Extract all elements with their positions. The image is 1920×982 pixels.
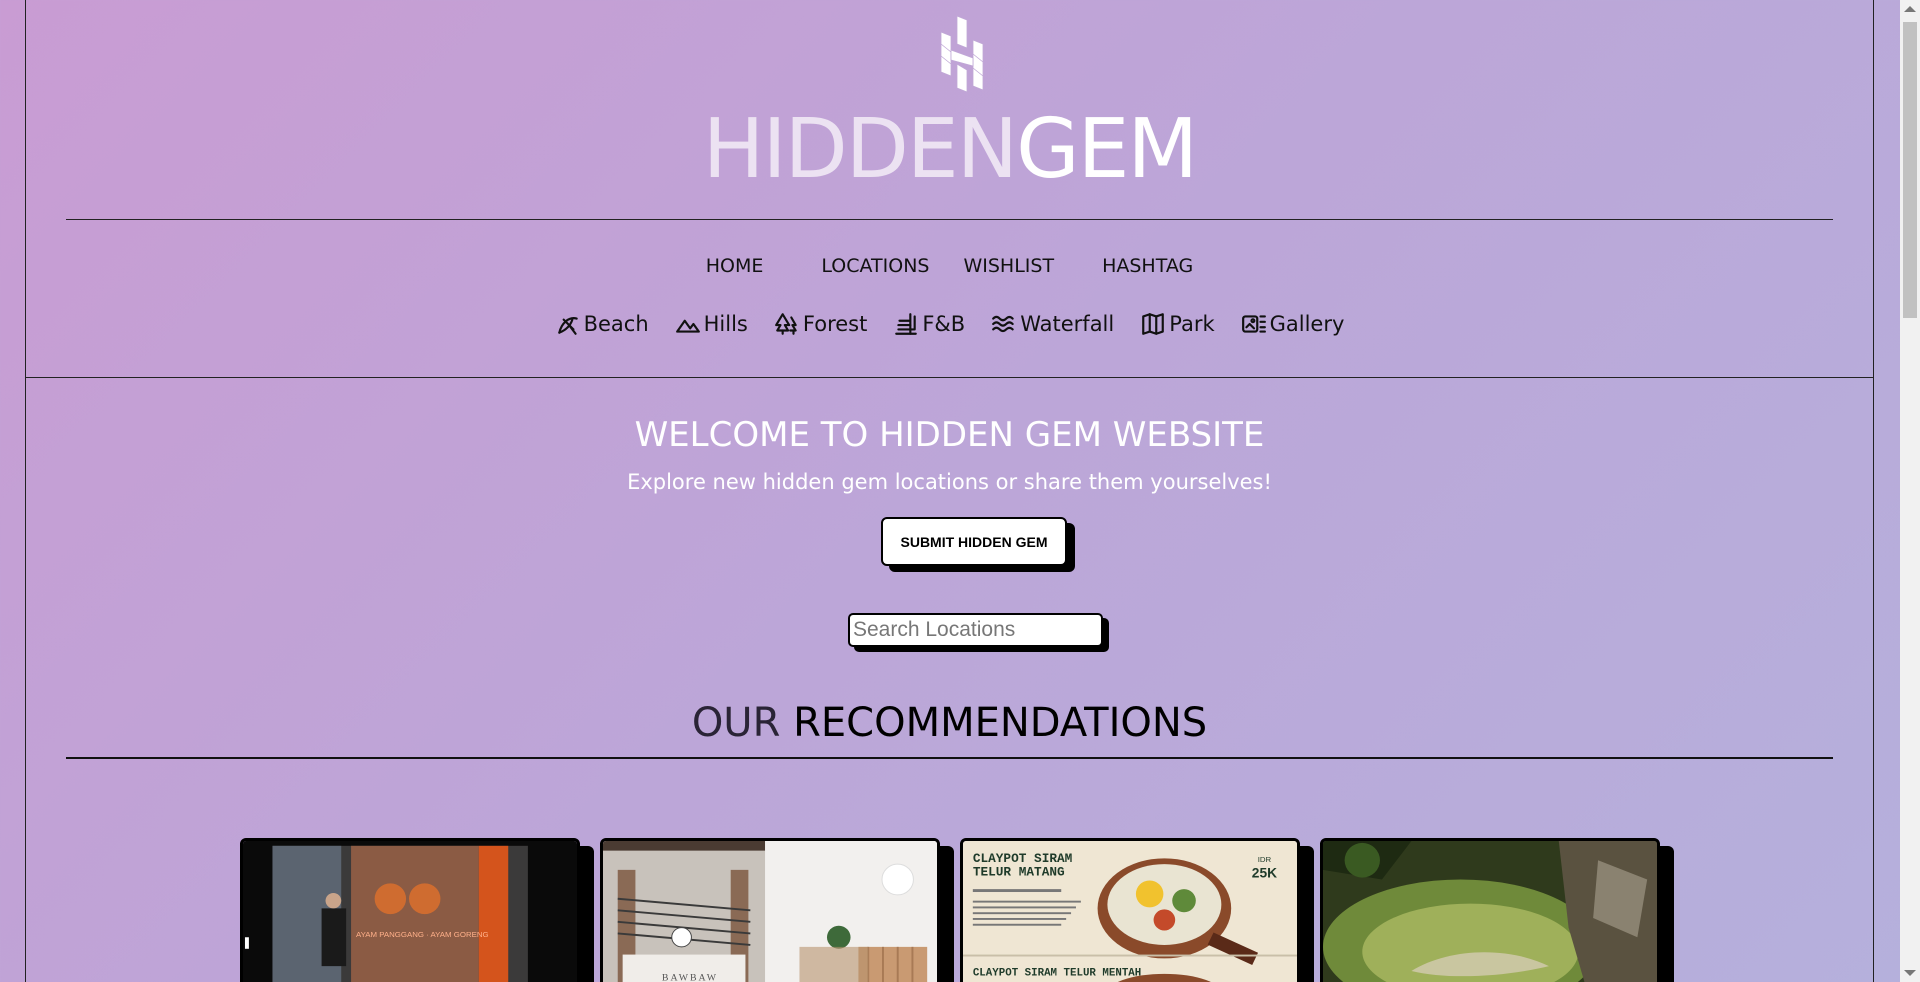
category-label: Beach	[583, 312, 649, 336]
recommendation-card[interactable]	[1320, 838, 1660, 982]
brand-part-1: HIDDEN	[702, 102, 1018, 197]
card-caption: BAWBAW	[662, 973, 718, 982]
gallery-icon	[1241, 315, 1266, 333]
recommendation-card[interactable]: AYAM PANGGANG · AYAM GORENG	[240, 838, 580, 982]
nav-hashtag[interactable]: HASHTAG	[1085, 251, 1210, 281]
brand-part-2: GEM	[1016, 102, 1198, 197]
recommendations-title-part-2: RECOMMENDATIONS	[780, 700, 1208, 746]
food-tray-icon	[895, 313, 918, 335]
submit-hidden-gem-button[interactable]: SUBMIT HIDDEN GEM	[881, 517, 1067, 566]
waves-icon	[992, 315, 1014, 333]
recommendations-title: OUR RECOMMENDATIONS	[26, 695, 1873, 751]
card-caption: CLAYPOT SIRAM TELUR MENTAH	[973, 968, 1141, 980]
category-label: Waterfall	[1020, 312, 1115, 336]
header-divider	[66, 219, 1833, 220]
category-beach[interactable]: Beach	[555, 308, 649, 340]
card-caption: TELUR MATANG	[973, 865, 1065, 880]
category-park[interactable]: Park	[1140, 308, 1215, 340]
category-label: Hills	[703, 312, 748, 336]
mountain-icon	[675, 319, 700, 333]
hidden-gem-logo[interactable]	[913, 14, 1009, 94]
page-frame: HIDDENGEM HOME LOCATIONS WISHLIST HASHTA…	[25, 0, 1874, 982]
nav-wishlist[interactable]: WISHLIST	[946, 251, 1071, 281]
category-fnb[interactable]: F&B	[893, 308, 965, 340]
category-nav: Beach Hills Forest F&B Waterfall Park Ga…	[26, 308, 1873, 340]
category-label: F&B	[922, 312, 966, 336]
category-waterfall[interactable]: Waterfall	[991, 308, 1114, 340]
trees-icon	[774, 313, 797, 335]
main-nav: HOME LOCATIONS WISHLIST HASHTAG	[26, 251, 1873, 281]
card-image-claypot-menu: CLAYPOT SIRAM TELUR MATANG IDR 25K CLAYP…	[963, 841, 1297, 982]
site-header: HIDDENGEM HOME LOCATIONS WISHLIST HASHTA…	[26, 0, 1873, 378]
scrollbar-thumb[interactable]	[1903, 22, 1917, 318]
category-forest[interactable]: Forest	[774, 308, 867, 340]
category-label: Park	[1169, 312, 1215, 336]
beach-umbrella-icon	[557, 317, 578, 335]
category-hills[interactable]: Hills	[675, 308, 748, 340]
scroll-down-arrow-icon[interactable]	[1904, 970, 1916, 976]
nav-locations[interactable]: LOCATIONS	[804, 251, 946, 281]
category-label: Forest	[802, 312, 868, 336]
nav-home[interactable]: HOME	[689, 251, 781, 281]
card-image-pond	[1323, 841, 1657, 982]
card-caption: AYAM PANGGANG · AYAM GORENG	[356, 930, 489, 939]
category-gallery[interactable]: Gallery	[1241, 308, 1345, 340]
recommendation-card[interactable]: CLAYPOT SIRAM TELUR MATANG IDR 25K CLAYP…	[960, 838, 1300, 982]
hero-subtitle: Explore new hidden gem locations or shar…	[627, 470, 1272, 494]
recommendation-card[interactable]: BAWBAW	[600, 838, 940, 982]
brand-title[interactable]: HIDDENGEM	[26, 100, 1873, 200]
recommendation-cards: AYAM PANGGANG · AYAM GORENG BAWBAW CLAYP…	[240, 838, 1680, 982]
page-scrollbar[interactable]	[1900, 0, 1920, 982]
card-image-cafe: BAWBAW	[603, 841, 937, 982]
search-locations-input[interactable]	[848, 613, 1103, 647]
card-price-prefix: IDR	[1258, 855, 1272, 864]
map-icon	[1142, 313, 1165, 335]
card-price: 25K	[1252, 866, 1277, 881]
recommendations-title-part-1: OUR	[691, 700, 781, 746]
hero-title: WELCOME TO HIDDEN GEM WEBSITE	[634, 415, 1265, 455]
category-label: Gallery	[1269, 312, 1345, 336]
recommendations-divider	[66, 757, 1833, 759]
scroll-up-arrow-icon[interactable]	[1904, 6, 1916, 12]
card-image-restaurant: AYAM PANGGANG · AYAM GORENG	[243, 841, 577, 982]
